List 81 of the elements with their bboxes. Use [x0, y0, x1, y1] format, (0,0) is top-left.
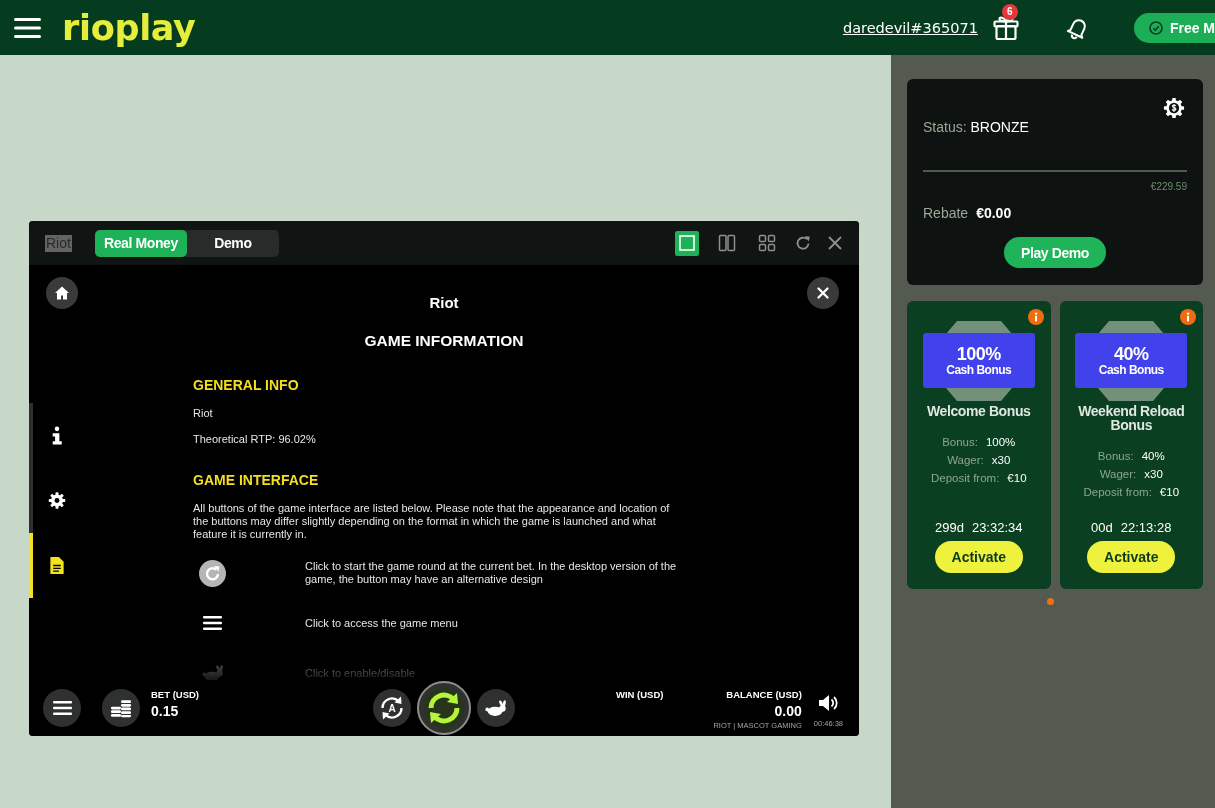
menu-icon — [52, 701, 72, 715]
detail-value: x30 — [991, 453, 1011, 468]
info-text: Theoretical RTP: 96.02% — [193, 433, 317, 446]
detail-label: Deposit from: — [1083, 485, 1152, 500]
detail-value: €10 — [1007, 471, 1027, 486]
split-view-icon — [718, 234, 736, 252]
speaker-icon[interactable] — [817, 692, 840, 714]
activate-button[interactable]: Activate — [1087, 541, 1176, 573]
section-heading: GAME INTERFACE — [193, 471, 320, 489]
bet-label: BET (USD) — [151, 689, 200, 701]
notification-badge: 6 — [1001, 3, 1018, 20]
circular-arrows-icon — [378, 694, 406, 722]
spin-button[interactable] — [417, 681, 471, 735]
autoplay-button[interactable]: A — [373, 689, 411, 727]
info-icon[interactable] — [1180, 309, 1196, 325]
balance-value: 0.00 — [774, 703, 802, 720]
close-icon — [815, 285, 831, 301]
close-icon[interactable] — [827, 235, 843, 251]
target-amount: €229.59 — [1149, 181, 1187, 193]
rebate-value: €0.00 — [976, 204, 1012, 222]
menu-button[interactable] — [43, 689, 81, 727]
bet-button[interactable] — [102, 689, 140, 727]
single-view-icon — [678, 234, 696, 252]
gear-icon — [48, 491, 66, 510]
detail-label: Bonus: — [1097, 449, 1134, 464]
bonus-title: Weekend Reload Bonus — [1077, 404, 1186, 432]
timer-time: 22:13:28 — [1120, 520, 1172, 536]
detail-label: Bonus: — [942, 435, 978, 450]
bonus-type: Cash Bonus — [946, 363, 1012, 377]
rabbit-icon — [484, 699, 508, 717]
timer-time: 23:32:34 — [971, 520, 1023, 536]
page-heading: GAME INFORMATION — [363, 331, 525, 351]
game-title: Riot — [45, 234, 72, 252]
game-name: Riot — [428, 293, 460, 313]
logo[interactable]: rioplay — [62, 7, 196, 48]
username-link[interactable]: daredevil#365071 — [842, 19, 978, 36]
home-button[interactable] — [46, 277, 78, 309]
detail-value: 40% — [1141, 449, 1165, 464]
status-value: BRONZE — [970, 119, 1029, 135]
help-text: Click to start the game round at the current bet. In the desktop version of the game, the button may have an alternative design — [305, 560, 678, 586]
turbo-button[interactable] — [477, 689, 515, 727]
info-icon[interactable] — [1027, 309, 1044, 325]
status-label: Status: — [923, 119, 967, 135]
balance-label: BALANCE (USD) — [726, 689, 802, 701]
menu-icon[interactable] — [14, 16, 41, 39]
grid-view-icon — [758, 234, 776, 252]
bet-value: 0.15 — [151, 703, 180, 720]
section-heading: GENERAL INFO — [193, 376, 300, 394]
bonus-percent: 100% — [956, 344, 1001, 364]
timer-days: 00d — [1091, 520, 1113, 536]
timer-days: 299d — [935, 520, 964, 536]
refresh-icon[interactable] — [795, 235, 811, 251]
home-icon — [54, 285, 70, 301]
menu-icon — [203, 616, 222, 630]
pagination-dot[interactable] — [1046, 598, 1054, 605]
mode-tab[interactable]: Demo — [186, 229, 279, 257]
check-circle-icon — [1147, 19, 1164, 36]
spin-arrows-icon — [417, 681, 471, 735]
bonus-percent: 40% — [1114, 344, 1149, 364]
bonus-type: Cash Bonus — [1098, 363, 1164, 377]
help-text: Click to enable/disable — [305, 666, 416, 680]
detail-value: 100% — [985, 435, 1016, 450]
detail-value: €10 — [1159, 485, 1180, 500]
win-label: WIN (USD) — [615, 689, 664, 701]
rabbit-icon — [201, 664, 225, 680]
activate-button[interactable]: Activate — [934, 541, 1023, 573]
detail-label: Wager: — [1099, 467, 1137, 482]
detail-label: Wager: — [947, 453, 984, 468]
coins-icon — [110, 698, 132, 718]
document-icon — [48, 556, 66, 575]
money-gear-icon[interactable] — [1163, 97, 1185, 119]
rebate-label: Rebate — [923, 204, 969, 222]
refresh-icon — [199, 559, 226, 587]
layout-button[interactable] — [675, 230, 699, 256]
bonus-title: Welcome Bonus — [927, 404, 1031, 418]
detail-value: x30 — [1144, 467, 1163, 482]
info-text: All buttons of the game interface are listed below. Please note that the appearance and location of the buttons may differ slightly depending on the format in which the game is launched and what feature it is currently in. — [193, 502, 671, 541]
help-text: Click to access the game menu — [305, 616, 458, 630]
info-text: Riot — [193, 407, 214, 420]
close-button[interactable] — [807, 277, 839, 309]
detail-label: Deposit from: — [930, 471, 1000, 486]
